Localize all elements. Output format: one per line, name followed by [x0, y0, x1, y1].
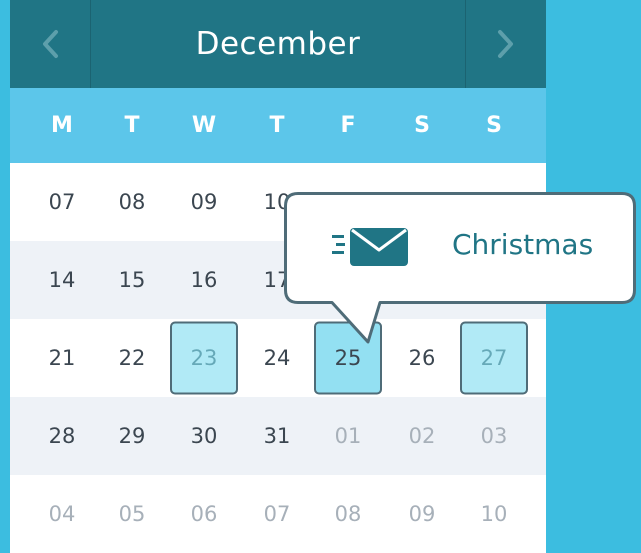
weekday-monday: M — [51, 113, 73, 138]
day-cell[interactable]: 07 — [26, 163, 98, 241]
weekday-friday: F — [340, 113, 356, 138]
weekday-sunday: S — [486, 113, 502, 138]
day-cell[interactable]: 14 — [26, 241, 98, 319]
day-cell[interactable]: 30 — [168, 397, 240, 475]
envelope-icon — [332, 228, 408, 266]
week-row: 04 05 06 07 08 09 10 — [10, 475, 546, 553]
month-title: December — [195, 26, 361, 62]
day-cell[interactable]: 29 — [96, 397, 168, 475]
day-cell[interactable]: 16 — [168, 241, 240, 319]
day-cell-next-month[interactable]: 02 — [386, 397, 458, 475]
day-cell[interactable]: 09 — [168, 163, 240, 241]
chevron-right-icon — [498, 30, 513, 58]
weekday-wednesday: W — [191, 113, 217, 138]
week-row: 28 29 30 31 01 02 03 — [10, 397, 546, 475]
day-cell-next-month[interactable]: 01 — [312, 397, 384, 475]
day-cell[interactable]: 08 — [96, 163, 168, 241]
day-cell-highlighted[interactable]: 23 — [168, 319, 240, 397]
weekday-tuesday: T — [124, 113, 140, 138]
weekday-header-row: M T W T F S S — [10, 88, 546, 163]
day-cell-next-month[interactable]: 08 — [312, 475, 384, 553]
day-cell[interactable]: 22 — [96, 319, 168, 397]
day-cell-next-month[interactable]: 07 — [241, 475, 313, 553]
event-tooltip[interactable]: Christmas — [284, 192, 636, 344]
weekday-thursday: T — [269, 113, 285, 138]
day-cell[interactable]: 31 — [241, 397, 313, 475]
day-cell-next-month[interactable]: 10 — [458, 475, 530, 553]
day-cell[interactable]: 21 — [26, 319, 98, 397]
event-title: Christmas — [452, 227, 594, 261]
day-cell-next-month[interactable]: 05 — [96, 475, 168, 553]
previous-month-button[interactable] — [10, 0, 91, 88]
weekday-saturday: S — [414, 113, 430, 138]
month-header: December — [10, 0, 546, 88]
tooltip-bubble — [284, 192, 636, 344]
day-cell-next-month[interactable]: 09 — [386, 475, 458, 553]
day-cell-next-month[interactable]: 04 — [26, 475, 98, 553]
day-cell-next-month[interactable]: 03 — [458, 397, 530, 475]
day-cell-next-month[interactable]: 06 — [168, 475, 240, 553]
day-cell[interactable]: 15 — [96, 241, 168, 319]
chevron-left-icon — [43, 30, 58, 58]
day-cell[interactable]: 28 — [26, 397, 98, 475]
next-month-button[interactable] — [465, 0, 546, 88]
